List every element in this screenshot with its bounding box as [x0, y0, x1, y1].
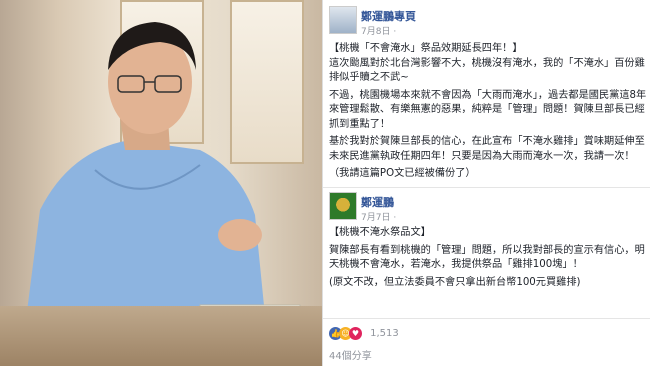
post1-para2: 不過，桃園機場本來就不會因為「大雨而淹水」，過去都是國民黨這8年來管理鬆散、有樂… — [329, 89, 647, 130]
speaker-photo — [0, 0, 322, 366]
post1-body: 【桃機「不會淹水」祭品效期延長四年！】 這次颱風對於北台灣影響不大，桃機沒有淹水… — [329, 42, 647, 182]
divider — [323, 187, 650, 188]
divider — [323, 318, 650, 319]
post1-para3: 基於我對於賀陳旦部長的信心，在此宣布「不淹水雞排」賞味期延伸至未來民進黨執政任期… — [329, 136, 645, 162]
post2-body: 【桃機不淹水祭品文】 賀陳部長有看到桃機的「管理」問題，所以我對部長的宣示有信心… — [329, 226, 647, 290]
facebook-post-panel: 鄭運鵬專頁 7月8日 · 【桃機「不會淹水」祭品效期延長四年！】 這次颱風對於北… — [322, 0, 650, 366]
post2-para1: 賀陳部長有看到桃機的「管理」問題，所以我對部長的宣示有信心，明天桃機不會淹水，若… — [329, 244, 645, 271]
share-count[interactable]: 44個分享 — [329, 347, 372, 362]
post1-author[interactable]: 鄭運鵬專頁 — [361, 8, 416, 24]
reaction-count[interactable]: 1,513 — [370, 328, 399, 339]
reactions-bar[interactable]: 👍☺ ♥ 1,513 — [329, 323, 399, 340]
post1-para4: （我請這篇PO文已經被備份了） — [329, 168, 476, 179]
post1-headline: 【桃機「不會淹水」祭品效期延長四年！】 — [329, 43, 523, 54]
post1-date[interactable]: 7月8日 · — [361, 24, 396, 37]
love-icon: ♥ — [349, 327, 362, 340]
profile-avatar[interactable] — [329, 192, 357, 220]
post2-author[interactable]: 鄭運鵬 — [361, 194, 394, 210]
foreground-shelf — [0, 306, 322, 366]
page-avatar[interactable] — [329, 6, 357, 34]
post2-para2: (原文不改，但立法委員不會只拿出新台幣100元買雞排) — [329, 276, 581, 288]
post2-date[interactable]: 7月7日 · — [361, 210, 396, 223]
post2-headline: 【桃機不淹水祭品文】 — [329, 227, 431, 238]
post1-para1: 這次颱風對於北台灣影響不大，桃機沒有淹水，我的「不淹水」百份雞排似乎贖之不武~ — [329, 57, 645, 84]
